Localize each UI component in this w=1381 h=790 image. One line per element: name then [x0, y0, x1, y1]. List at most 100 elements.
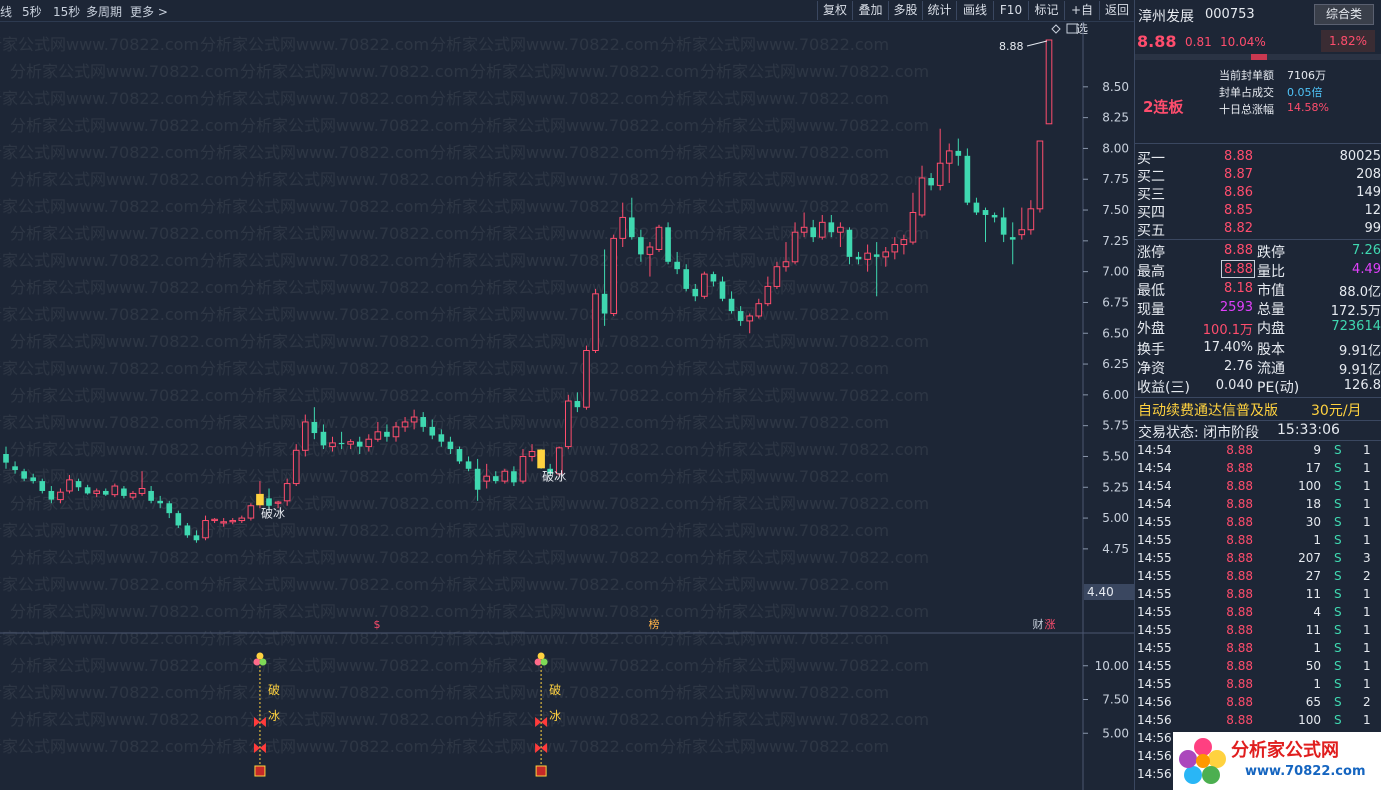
watermark-text: 分析家公式网www.70822.com — [470, 710, 699, 729]
candle[interactable] — [945, 143, 953, 183]
candle[interactable] — [292, 444, 300, 487]
event-marker[interactable]: $ — [374, 618, 381, 631]
candle-body — [791, 231, 799, 263]
tick-count: 1 — [1363, 659, 1371, 673]
promo-price[interactable]: 30元/月 — [1311, 400, 1362, 420]
watermark-text: 分析家公式网www.70822.com — [240, 170, 469, 189]
period-15s[interactable]: 15秒 — [53, 3, 80, 20]
candle[interactable] — [973, 197, 980, 215]
orderbook-label: 买三 — [1137, 187, 1165, 203]
candle[interactable] — [1036, 140, 1044, 213]
toolbar-button-0[interactable]: 复权 — [817, 1, 852, 20]
candle[interactable] — [84, 484, 91, 495]
candle[interactable] — [202, 515, 209, 541]
candle[interactable] — [818, 214, 826, 240]
candle-body — [365, 438, 373, 448]
candle[interactable] — [3, 446, 9, 469]
candle[interactable] — [610, 234, 617, 316]
candle[interactable] — [655, 224, 663, 252]
tick-price: 8.88 — [1226, 569, 1253, 583]
tick-price: 8.88 — [1226, 677, 1253, 691]
collapse-handle[interactable] — [1251, 54, 1267, 60]
candle-body — [945, 150, 953, 164]
candle[interactable] — [565, 394, 572, 450]
toolbar-button-8[interactable]: 返回 — [1099, 1, 1134, 20]
candle[interactable] — [175, 510, 182, 528]
toolbar-button-5[interactable]: F10 — [993, 1, 1028, 20]
toolbar-button-7[interactable]: +自选 — [1064, 1, 1099, 36]
candle-body — [936, 162, 944, 186]
candle[interactable] — [701, 271, 708, 299]
event-marker[interactable]: 榜 — [649, 617, 660, 631]
candle-body — [338, 442, 345, 445]
stat-value: 8.18 — [1224, 281, 1253, 296]
stat-value: 100.1万 — [1202, 323, 1253, 338]
tick-count: 1 — [1363, 533, 1371, 547]
kline-chart[interactable]: 分析家公式网www.70822.com分析家公式网www.70822.com分析… — [0, 22, 1134, 790]
indicator-char: 冰 — [549, 709, 561, 723]
price-tick-label: 6.25 — [1102, 357, 1129, 371]
toolbar-button-4[interactable]: 画线 — [956, 1, 993, 20]
candle[interactable] — [1027, 200, 1035, 235]
candle[interactable] — [964, 148, 971, 206]
candle[interactable] — [755, 298, 763, 319]
watermark-text: 分析家公式网www.70822.com — [430, 305, 659, 324]
candle[interactable] — [982, 207, 989, 243]
candle[interactable] — [1000, 207, 1007, 243]
event-marker[interactable]: 涨 — [1045, 618, 1056, 631]
toolbar-button-6[interactable]: 标记 — [1028, 1, 1064, 20]
candle[interactable] — [148, 486, 154, 504]
watermark-text: 分析家公式网www.70822.com — [240, 224, 469, 243]
watermark-text: 分析家公式网www.70822.com — [0, 305, 199, 324]
candle[interactable] — [247, 503, 255, 521]
candle-body — [157, 500, 163, 504]
watermark-text: 分析家公式网www.70822.com — [470, 332, 699, 351]
candle[interactable] — [1018, 207, 1026, 240]
candle-body — [882, 251, 890, 258]
period-line[interactable]: 线 — [0, 3, 12, 20]
indicator-char: 破 — [268, 682, 280, 697]
candle[interactable] — [955, 138, 962, 166]
candle[interactable] — [583, 345, 590, 410]
toolbar-button-2[interactable]: 多股 — [888, 1, 922, 20]
candle[interactable] — [909, 192, 917, 245]
candle[interactable] — [1045, 39, 1053, 125]
event-marker[interactable]: 财 — [1033, 617, 1044, 631]
price-tick-label: 5.00 — [1102, 511, 1129, 525]
toolbar-button-1[interactable]: 叠加 — [852, 1, 888, 20]
more-menu[interactable]: 更多 > — [130, 3, 168, 20]
kline-chart-area[interactable]: 分析家公式网www.70822.com分析家公式网www.70822.com分析… — [0, 22, 1134, 790]
candle[interactable] — [501, 468, 509, 484]
candle[interactable] — [991, 212, 998, 223]
promo-text[interactable]: 自动续费通达信普及版 — [1138, 400, 1278, 420]
candle[interactable] — [1009, 222, 1016, 265]
tick-side: S — [1334, 587, 1342, 601]
toolbar-button-3[interactable]: 统计 — [922, 1, 956, 20]
window-icon[interactable] — [1066, 23, 1078, 34]
tick-volume: 1 — [1313, 641, 1321, 655]
period-5s[interactable]: 5秒 — [22, 3, 42, 20]
watermark-text: 分析家公式网www.70822.com — [700, 332, 929, 351]
candle[interactable] — [456, 446, 463, 464]
watermark-text: 分析家公式网www.70822.com — [10, 224, 239, 243]
candle[interactable] — [166, 500, 173, 519]
candle[interactable] — [311, 407, 318, 440]
candle[interactable] — [592, 288, 599, 353]
period-multi[interactable]: 多周期 — [86, 3, 122, 20]
candle[interactable] — [111, 483, 119, 498]
stat-value: 88.0亿 — [1339, 285, 1381, 300]
sector-button[interactable]: 综合类 — [1314, 4, 1374, 25]
candle[interactable] — [928, 173, 934, 191]
diamond-icon[interactable] — [1051, 24, 1061, 34]
candle-body — [728, 298, 735, 312]
candle[interactable] — [936, 128, 944, 191]
tick-count: 1 — [1363, 623, 1371, 637]
stat-label: 换手 — [1137, 342, 1165, 358]
tick-side: S — [1334, 551, 1342, 565]
candle-body — [1000, 217, 1007, 235]
tick-time: 14:56 — [1137, 695, 1172, 709]
indicator-char: 破 — [549, 682, 561, 697]
candle-body — [800, 226, 808, 233]
candle-body — [755, 303, 763, 317]
candle[interactable] — [665, 222, 671, 265]
